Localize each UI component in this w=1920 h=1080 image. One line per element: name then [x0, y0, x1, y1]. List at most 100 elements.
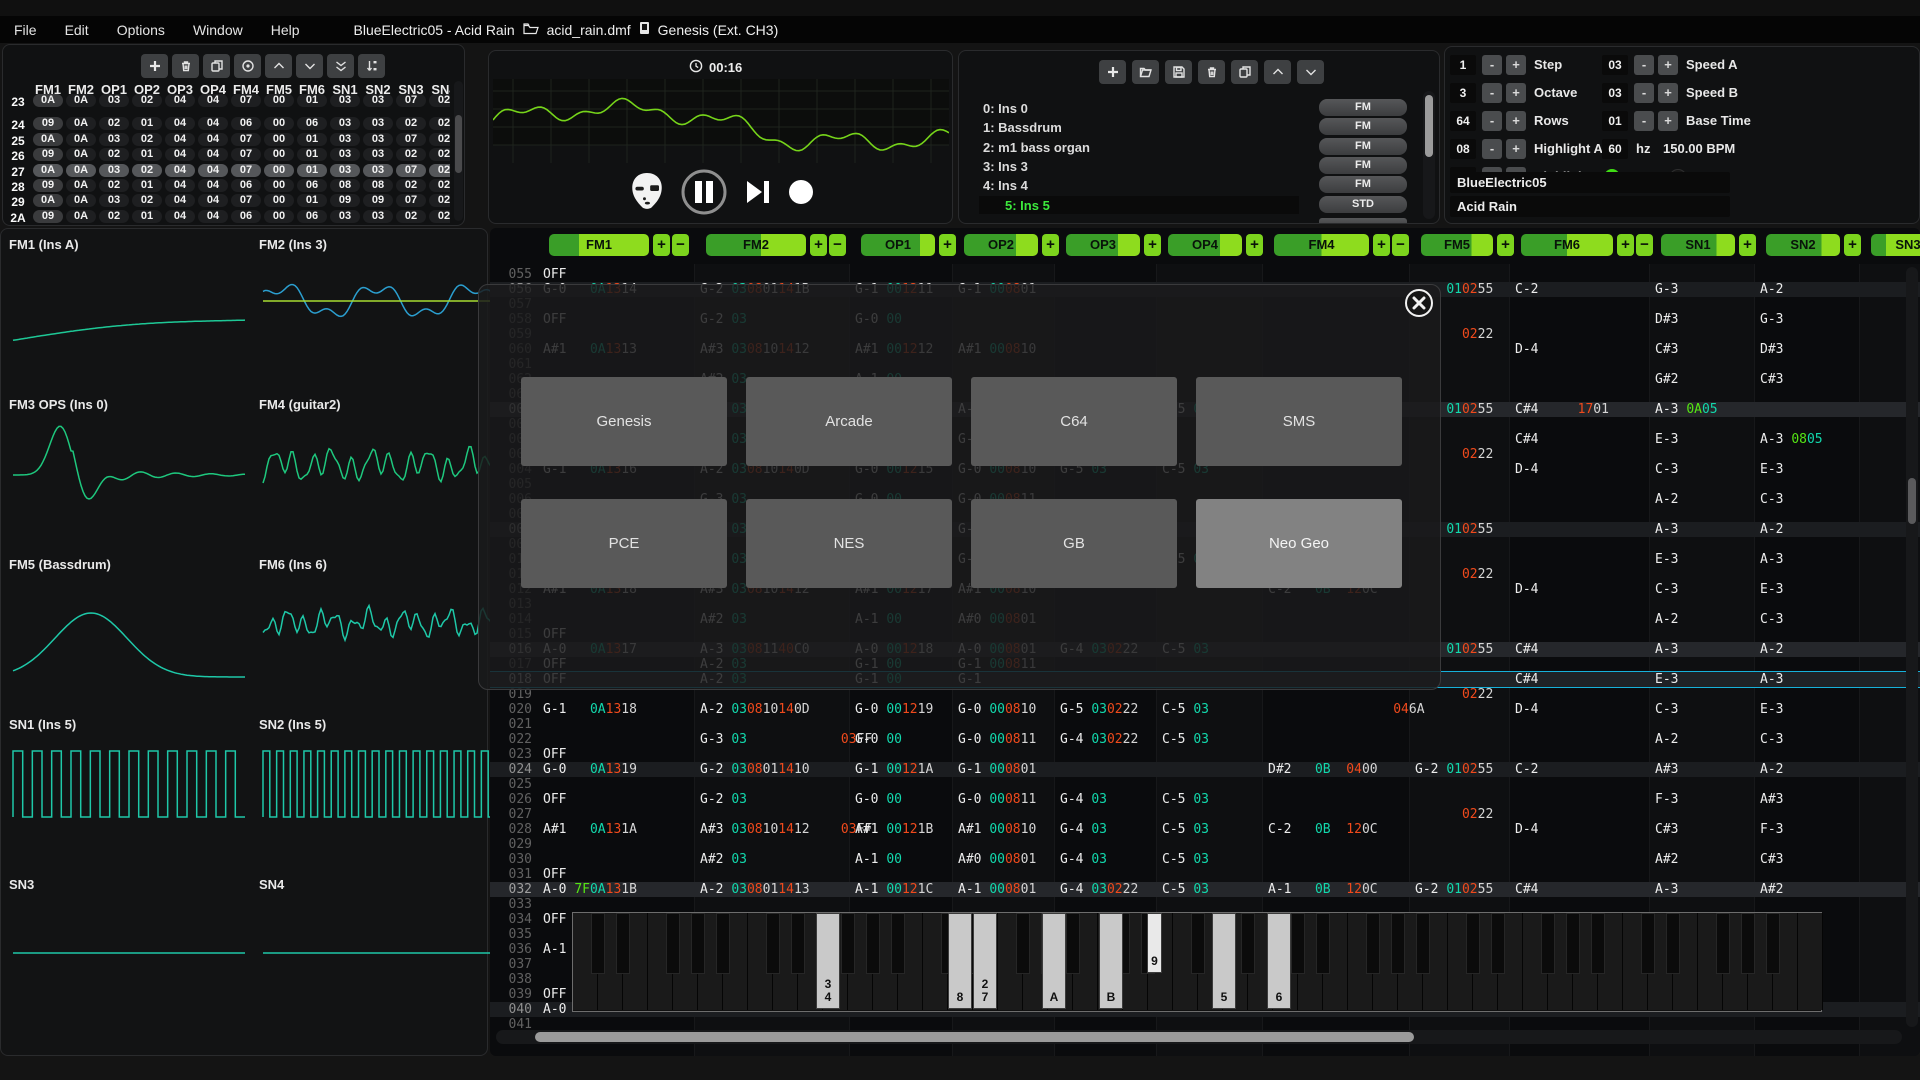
order-cell[interactable]: 0A: [33, 94, 63, 107]
order-cell[interactable]: 04: [165, 164, 195, 177]
system-preset-button-c64[interactable]: C64: [971, 377, 1177, 466]
order-cell[interactable]: 03: [99, 164, 129, 177]
pattern-cell-sn2[interactable]: E-3: [1760, 462, 1783, 477]
pattern-cell-op3[interactable]: G-5 030222: [1060, 702, 1138, 717]
order-cell[interactable]: 02: [132, 94, 162, 107]
piano-pressed-key[interactable]: 5: [1212, 913, 1236, 1009]
order-cell[interactable]: 04: [198, 179, 228, 192]
pattern-row[interactable]: 030A#2 03A-1 00A#0 000801G-4 03C-5 03A#2…: [490, 852, 1920, 867]
pattern-cell-sn1[interactable]: A-3 0A05: [1655, 402, 1718, 417]
channel-header-fm4[interactable]: FM4: [1274, 234, 1369, 256]
pattern-cell-fm6[interactable]: D-4: [1515, 462, 1538, 477]
pattern-cell-sn2[interactable]: F-3: [1760, 822, 1783, 837]
pattern-cell-sn2[interactable]: A-3: [1760, 672, 1783, 687]
order-cell[interactable]: 09: [33, 117, 63, 130]
pattern-row[interactable]: 024G-0 0A1319G-2 0308011410G-1 00121AG-1…: [490, 762, 1920, 777]
piano-black-key[interactable]: [1491, 913, 1505, 974]
channel-header-fm1[interactable]: FM1: [549, 234, 649, 256]
order-sort-button[interactable]: [358, 54, 385, 78]
instrument-item[interactable]: 0: Ins 0: [983, 101, 1028, 116]
order-cell[interactable]: 07: [231, 194, 261, 207]
order-cell[interactable]: 00: [264, 94, 294, 107]
pattern-cell-sn1[interactable]: C-3: [1655, 462, 1678, 477]
pattern-cell-fm2[interactable]: A-2 0308011413: [700, 882, 810, 897]
order-cell[interactable]: 08: [330, 179, 360, 192]
pattern-row[interactable]: 031OFF: [490, 867, 1920, 882]
dialog-close-button[interactable]: [1405, 289, 1433, 317]
piano-black-key[interactable]: [1191, 913, 1205, 974]
pattern-cell-sn2[interactable]: C#3: [1760, 852, 1783, 867]
system-preset-button-arcade[interactable]: Arcade: [746, 377, 952, 466]
order-cell[interactable]: 03: [363, 133, 393, 146]
pattern-cell-op3[interactable]: G-4 030222: [1060, 882, 1138, 897]
channel-collapse-button[interactable]: −: [829, 234, 846, 256]
system-preset-button-nes[interactable]: NES: [746, 499, 952, 588]
pattern-cell-sn2[interactable]: A-2: [1760, 762, 1783, 777]
pattern-cell-fm6[interactable]: C#4: [1515, 432, 1538, 447]
increase-button[interactable]: +: [1506, 55, 1526, 75]
piano-black-key[interactable]: [866, 913, 880, 974]
decrease-button[interactable]: -: [1482, 139, 1502, 159]
order-cell[interactable]: 04: [198, 194, 228, 207]
order-cell[interactable]: 03: [330, 94, 360, 107]
pattern-cell-sn2[interactable]: A-2: [1760, 642, 1783, 657]
pattern-cell-op2[interactable]: A#0 000801: [958, 852, 1036, 867]
pattern-cell-op2[interactable]: G-1 000801: [958, 762, 1036, 777]
order-cell[interactable]: 04: [198, 94, 228, 107]
piano-pressed-key[interactable]: 9: [1147, 913, 1162, 973]
order-cell[interactable]: 00: [264, 194, 294, 207]
setting-value-octave[interactable]: 3: [1450, 83, 1476, 103]
instrument-type-badge[interactable]: STD: [1319, 196, 1407, 213]
pattern-row[interactable]: 021: [490, 717, 1920, 732]
order-cell[interactable]: 04: [198, 148, 228, 161]
instrument-type-badge[interactable]: FM: [1319, 99, 1407, 116]
pattern-cell-sn2[interactable]: D#3: [1760, 342, 1783, 357]
order-cell[interactable]: 03: [330, 164, 360, 177]
pattern-cell-sn1[interactable]: A-3: [1655, 882, 1678, 897]
pattern-cell-fm6[interactable]: D-4: [1515, 342, 1538, 357]
pattern-cell-sn1[interactable]: C#3: [1655, 822, 1678, 837]
order-cell[interactable]: 02: [396, 117, 426, 130]
duplicate-instrument-button[interactable]: [1231, 60, 1258, 84]
delete-instrument-button[interactable]: [1198, 60, 1225, 84]
pattern-cell-fm1[interactable]: OFF: [543, 867, 566, 882]
channel-header-fm6[interactable]: FM6: [1521, 234, 1613, 256]
pattern-cell-fm1[interactable]: G-1 0A1318: [543, 702, 637, 717]
song-name-input[interactable]: Acid Rain: [1450, 196, 1730, 217]
order-cell[interactable]: 02: [396, 179, 426, 192]
pattern-cell-fm1[interactable]: A-0: [543, 1002, 566, 1017]
order-cell[interactable]: 04: [165, 194, 195, 207]
order-cell[interactable]: 04: [165, 148, 195, 161]
order-cell[interactable]: 04: [198, 133, 228, 146]
pattern-cell-op1[interactable]: A-1 00: [855, 852, 902, 867]
order-cell[interactable]: 04: [165, 117, 195, 130]
order-cell[interactable]: 0A: [66, 94, 96, 107]
order-cell[interactable]: 03: [363, 117, 393, 130]
pattern-cell-sn1[interactable]: E-3: [1655, 672, 1678, 687]
pattern-cell-op1[interactable]: A-1 00121C: [855, 882, 933, 897]
order-cell[interactable]: 00: [264, 164, 294, 177]
increase-button[interactable]: +: [1506, 139, 1526, 159]
channel-expand-button[interactable]: +: [653, 234, 670, 256]
pattern-row[interactable]: 032A-0 7F0A131BA-2 0308011413A-1 00121CA…: [490, 882, 1920, 897]
pattern-cell-fm5[interactable]: G-2 010255: [1415, 762, 1493, 777]
setting-value-base-time[interactable]: 01: [1602, 111, 1628, 131]
piano-black-key[interactable]: [1466, 913, 1480, 974]
order-cell[interactable]: 00: [264, 148, 294, 161]
pattern-cell-op4[interactable]: C-5 03: [1162, 702, 1209, 717]
piano-pressed-key[interactable]: A: [1042, 913, 1066, 1009]
open-instrument-button[interactable]: [1132, 60, 1159, 84]
piano-black-key[interactable]: [1366, 913, 1380, 974]
decrease-button[interactable]: -: [1482, 111, 1502, 131]
order-cell[interactable]: 01: [297, 94, 327, 107]
order-cell[interactable]: 02: [99, 179, 129, 192]
order-cell[interactable]: 03: [330, 148, 360, 161]
pattern-cell-fm2[interactable]: A#2 03: [700, 852, 747, 867]
pattern-cell-op3[interactable]: G-4 03: [1060, 852, 1107, 867]
pattern-cell-sn2[interactable]: E-3: [1760, 702, 1783, 717]
pattern-cell-fm1[interactable]: OFF: [543, 912, 566, 927]
channel-collapse-button[interactable]: −: [672, 234, 689, 256]
instrument-type-badge[interactable]: FM: [1319, 157, 1407, 174]
pattern-cell-op2[interactable]: A#1 000810: [958, 822, 1036, 837]
pattern-cell-sn1[interactable]: C-3: [1655, 582, 1678, 597]
